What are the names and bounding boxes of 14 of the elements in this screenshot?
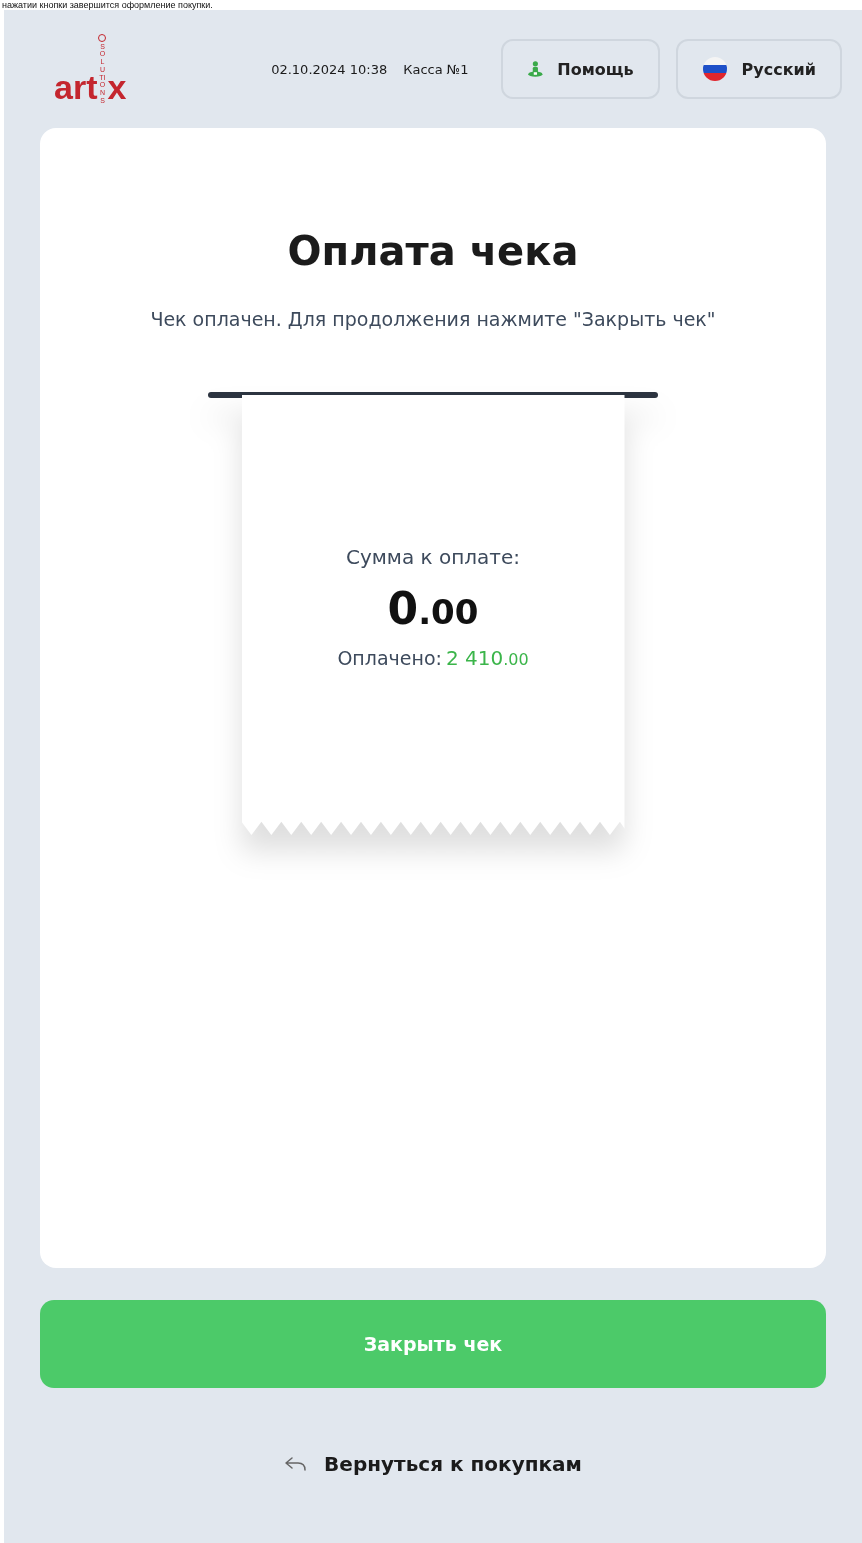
help-button[interactable]: Помощь (500, 39, 660, 99)
register-label: Касса №1 (403, 61, 469, 77)
back-link[interactable]: Вернуться к покупкам (280, 1448, 586, 1480)
amount-due-label: Сумма к оплате: (345, 545, 521, 569)
paid-value: 2 410.00 (445, 646, 529, 670)
language-button[interactable]: Русский (675, 39, 842, 99)
page-title: Оплата чека (287, 228, 579, 274)
back-arrow-icon (284, 1456, 309, 1472)
datetime-text: 02.10.2024 10:38 (271, 61, 388, 77)
paid-label: Оплачено: (337, 647, 442, 669)
status-message: Чек оплачен. Для продолжения нажмите "Закрыть чек" (150, 308, 716, 330)
amount-due-value: 0.00 (387, 583, 479, 634)
flag-icon (701, 56, 728, 82)
caption-text: нажатии кнопки завершится оформление покупки. (1, 0, 214, 10)
